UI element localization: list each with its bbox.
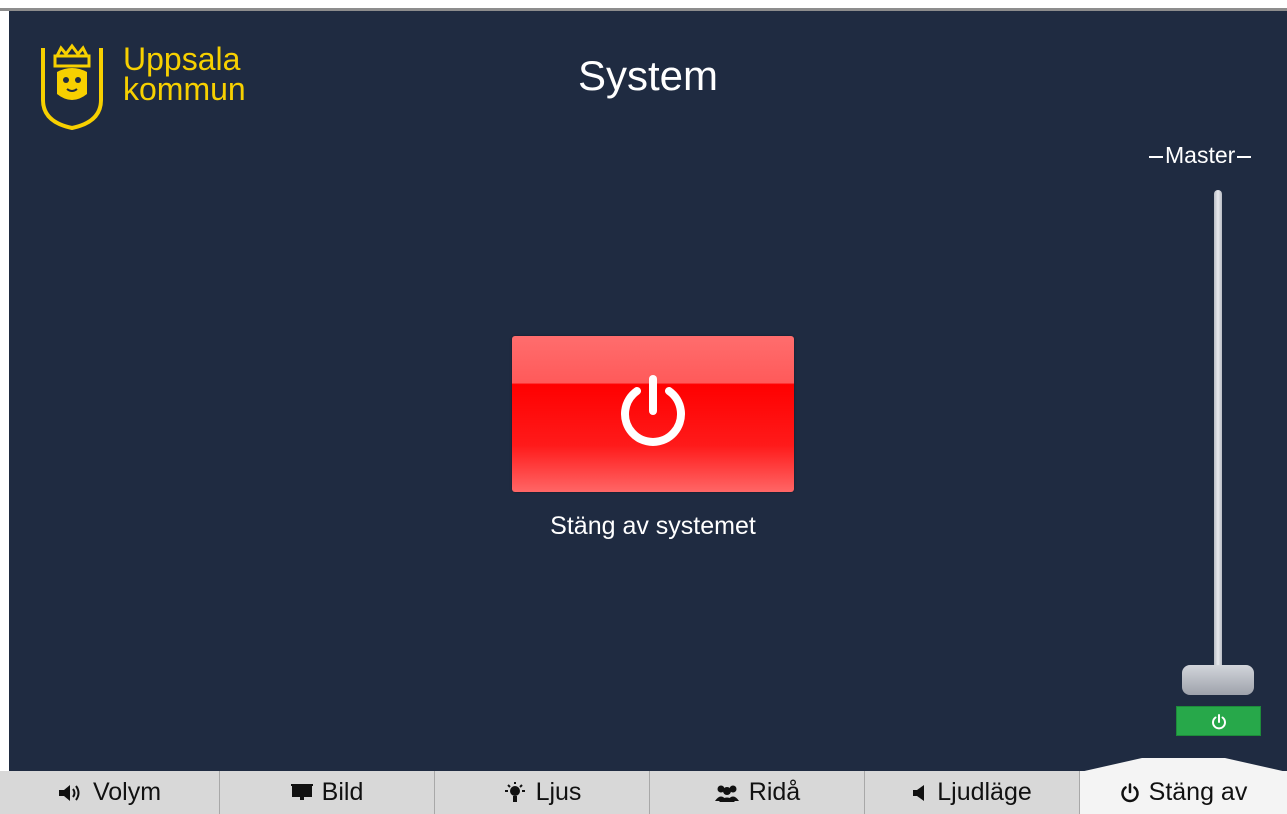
master-volume-slider-thumb[interactable] bbox=[1182, 665, 1254, 695]
master-volume-label: Master bbox=[1147, 142, 1287, 169]
speaker-small-icon bbox=[912, 784, 928, 801]
tab-ljudlage[interactable]: Ljudläge bbox=[865, 771, 1080, 814]
master-label-text: Master bbox=[1165, 142, 1236, 168]
tab-label: Bild bbox=[321, 778, 364, 806]
master-mute-button[interactable] bbox=[1176, 706, 1261, 736]
tab-label: Ljus bbox=[535, 778, 582, 806]
shutdown-system-button[interactable] bbox=[512, 336, 794, 492]
tab-stang-av[interactable]: Stäng av bbox=[1080, 771, 1287, 814]
tab-label: Stäng av bbox=[1148, 778, 1248, 806]
system-page: Uppsala kommun System Stäng av systemet … bbox=[9, 14, 1287, 771]
bottom-tab-bar: Volym Bild Ljus Ridå Ljudläge Stäng av bbox=[0, 771, 1287, 814]
active-tab-indicator bbox=[1080, 758, 1287, 772]
shutdown-caption: Stäng av systemet bbox=[550, 512, 756, 540]
tab-label: Ljudläge bbox=[937, 778, 1032, 806]
people-icon bbox=[714, 784, 740, 802]
label-dash-left bbox=[1149, 155, 1163, 158]
projector-screen-icon bbox=[290, 783, 313, 802]
tab-ljus[interactable]: Ljus bbox=[435, 771, 650, 814]
tab-label: Volym bbox=[92, 778, 162, 806]
tab-volym[interactable]: Volym bbox=[0, 771, 220, 814]
tab-label: Ridå bbox=[748, 778, 801, 806]
window-left-border bbox=[0, 11, 9, 771]
speaker-icon bbox=[58, 784, 84, 802]
window-top-border bbox=[0, 0, 1287, 11]
tab-bild[interactable]: Bild bbox=[220, 771, 435, 814]
lightbulb-icon bbox=[503, 781, 527, 804]
page-title: System bbox=[577, 52, 719, 99]
power-icon bbox=[1212, 714, 1226, 730]
power-icon bbox=[621, 375, 685, 446]
power-icon bbox=[1120, 782, 1140, 803]
label-dash-right bbox=[1237, 155, 1252, 158]
tab-rida[interactable]: Ridå bbox=[650, 771, 865, 814]
master-volume-slider-track[interactable] bbox=[1214, 190, 1222, 688]
